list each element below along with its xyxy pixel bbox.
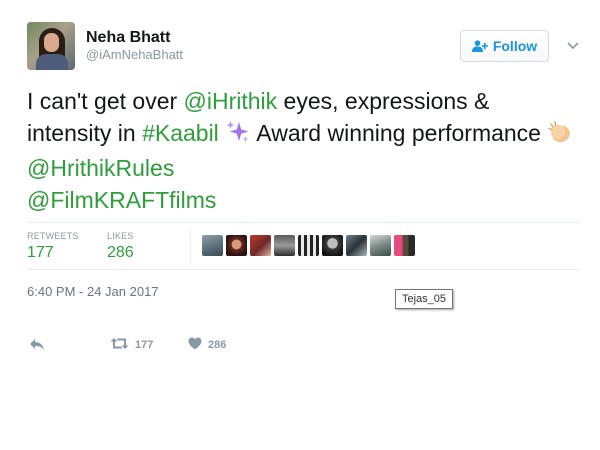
tooltip: Tejas_05 bbox=[395, 289, 454, 309]
chevron-down-icon[interactable] bbox=[566, 38, 580, 52]
tweet-stats: RETWEETS 177 LIKES 286 bbox=[27, 222, 580, 270]
sparkles-icon bbox=[225, 119, 251, 154]
tweet-card: Neha Bhatt @iAmNehaBhatt Follow I can't … bbox=[27, 22, 580, 351]
reply-icon bbox=[29, 337, 45, 354]
hashtag-link[interactable]: #Kaabil bbox=[142, 120, 219, 146]
retweets-stat[interactable]: RETWEETS 177 bbox=[27, 231, 79, 263]
liker-avatar[interactable] bbox=[226, 235, 247, 256]
tweet-text-segment: I can't get over bbox=[27, 88, 184, 114]
tweet-header: Neha Bhatt @iAmNehaBhatt Follow bbox=[27, 22, 580, 74]
heart-icon bbox=[188, 337, 202, 353]
liker-avatar[interactable] bbox=[250, 235, 271, 256]
retweets-label: RETWEETS bbox=[27, 231, 79, 241]
tweet-text-segment: Award winning performance bbox=[251, 119, 548, 146]
clapping-hands-icon bbox=[547, 119, 573, 154]
display-name[interactable]: Neha Bhatt bbox=[86, 28, 183, 48]
user-names: Neha Bhatt @iAmNehaBhatt bbox=[86, 28, 183, 62]
avatar[interactable] bbox=[27, 22, 75, 70]
follow-button[interactable]: Follow bbox=[460, 30, 549, 62]
mention-link[interactable]: @HrithikRules bbox=[27, 155, 174, 181]
stats-divider bbox=[190, 231, 191, 263]
retweets-value: 177 bbox=[27, 244, 54, 261]
liker-avatar[interactable] bbox=[322, 235, 343, 256]
retweet-count: 177 bbox=[135, 339, 154, 351]
like-button[interactable]: 286 bbox=[188, 337, 226, 353]
liker-avatar[interactable] bbox=[394, 235, 415, 256]
follow-button-label: Follow bbox=[492, 38, 538, 54]
mention-link[interactable]: @iHrithik bbox=[184, 88, 278, 114]
liker-avatars bbox=[202, 235, 415, 256]
add-user-icon bbox=[471, 40, 488, 52]
retweet-icon bbox=[110, 337, 129, 353]
liker-avatar[interactable] bbox=[370, 235, 391, 256]
likes-stat[interactable]: LIKES 286 bbox=[107, 231, 134, 263]
tweet-text: I can't get over @iHrithik eyes, express… bbox=[27, 86, 580, 216]
tweet-timestamp[interactable]: 6:40 PM - 24 Jan 2017 bbox=[27, 284, 159, 299]
likes-value: 286 bbox=[107, 244, 134, 261]
likes-label: LIKES bbox=[107, 231, 134, 241]
liker-avatar[interactable] bbox=[298, 235, 319, 256]
like-count: 286 bbox=[208, 339, 227, 351]
user-handle[interactable]: @iAmNehaBhatt bbox=[86, 48, 183, 62]
tweet-actions: 177 286 bbox=[27, 337, 327, 353]
liker-avatar[interactable] bbox=[274, 235, 295, 256]
retweet-button[interactable]: 177 bbox=[110, 337, 153, 353]
liker-avatar[interactable] bbox=[202, 235, 223, 256]
reply-button[interactable] bbox=[29, 337, 45, 354]
liker-avatar[interactable] bbox=[346, 235, 367, 256]
mention-link[interactable]: @FilmKRAFTfilms bbox=[27, 187, 216, 213]
